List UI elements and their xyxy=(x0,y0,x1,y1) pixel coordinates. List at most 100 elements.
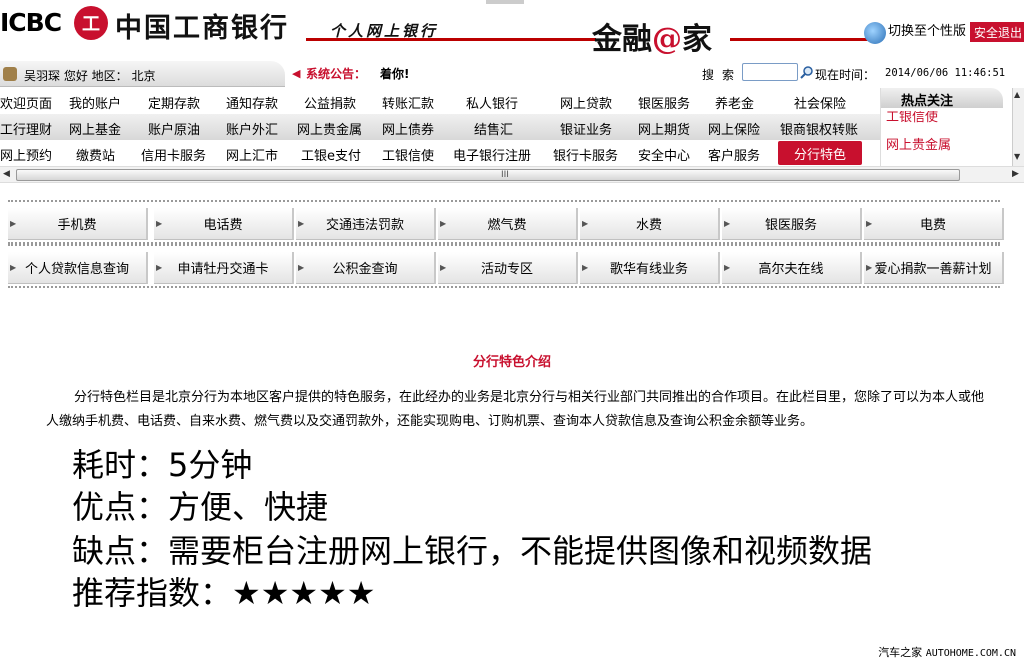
menu-item[interactable]: 银证业务 xyxy=(560,119,612,138)
user-icon xyxy=(3,67,17,81)
service-label: 银医服务 xyxy=(764,218,817,233)
hot-item[interactable]: 网上贵金属 xyxy=(886,134,951,153)
horizontal-scrollbar[interactable]: ◀ III ▶ xyxy=(0,166,1024,183)
header: ICBC 工 中国工商银行 个人网上银行 金融@家 切换至个性版 安全退出 xyxy=(0,0,1024,58)
header-divider xyxy=(306,38,596,41)
service-button[interactable]: ▶ 水费 xyxy=(580,208,720,240)
arrow-up-icon[interactable]: ▲ xyxy=(1014,90,1020,99)
arrow-down-icon[interactable]: ▼ xyxy=(1014,152,1020,161)
search-label: 搜索 xyxy=(702,68,743,82)
service-button[interactable]: ▶ 手机费 xyxy=(8,208,148,240)
menu-item[interactable]: 电子银行注册 xyxy=(453,145,531,164)
intro-body: 分行特色栏目是北京分行为本地区客户提供的特色服务，在此经办的业务是北京分行与相关… xyxy=(46,390,985,429)
menu-item[interactable]: 银商银权转账 xyxy=(780,119,858,138)
arrow-right-icon: ▶ xyxy=(724,219,731,228)
scrollbar-grip: III xyxy=(501,170,509,180)
user-greeting: 吴羽琛 您好 地区： 北京 xyxy=(24,69,156,83)
menu-item[interactable]: 工行理财 xyxy=(0,119,52,138)
menu-item[interactable]: 通知存款 xyxy=(226,93,278,112)
vertical-scrollbar[interactable]: ▲ ▼ xyxy=(1012,88,1024,166)
arrow-right-icon: ▶ xyxy=(440,219,447,228)
bank-name: 中国工商银行 xyxy=(115,13,289,44)
service-button[interactable]: ▶ 银医服务 xyxy=(722,208,862,240)
menu-row-3: 网上预约 缴费站 信用卡服务 网上汇市 工银e支付 工银信使 电子银行注册 银行… xyxy=(0,140,880,166)
menu-item[interactable]: 账户原油 xyxy=(148,119,200,138)
scrollbar-thumb[interactable]: III xyxy=(16,169,960,181)
search-input[interactable] xyxy=(742,63,798,81)
menu-item-branch-special[interactable]: 分行特色 xyxy=(778,141,863,165)
notice-label: 系统公告： xyxy=(306,67,367,81)
hot-topics-title: 热点关注 xyxy=(881,88,1003,109)
arrow-right-icon: ▶ xyxy=(298,219,305,228)
menu-item[interactable]: 客户服务 xyxy=(708,145,760,164)
service-button[interactable]: ▶ 爱心捐款一善薪计划 xyxy=(864,252,1004,284)
service-label: 交通违法罚款 xyxy=(325,218,404,233)
service-button[interactable]: ▶ 申请牡丹交通卡 xyxy=(154,252,294,284)
top-decoration xyxy=(486,0,524,4)
service-button[interactable]: ▶ 活动专区 xyxy=(438,252,578,284)
menu-item[interactable]: 网上基金 xyxy=(69,119,121,138)
service-button[interactable]: ▶ 高尔夫在线 xyxy=(722,252,862,284)
arrow-right-icon: ▶ xyxy=(156,219,163,228)
service-button[interactable]: ▶ 燃气费 xyxy=(438,208,578,240)
menu-item[interactable]: 公益捐款 xyxy=(304,93,356,112)
menu-item[interactable]: 网上贵金属 xyxy=(297,119,362,138)
service-label: 电话费 xyxy=(203,218,243,233)
menu-item[interactable]: 社会保险 xyxy=(794,93,846,112)
menu-item[interactable]: 私人银行 xyxy=(466,93,518,112)
menu-item[interactable]: 工银信使 xyxy=(382,145,434,164)
time-value: 2014/06/06 11:46:51 xyxy=(885,67,1006,79)
service-button[interactable]: ▶ 公积金查询 xyxy=(296,252,436,284)
menu-item[interactable]: 网上汇市 xyxy=(226,145,278,164)
arrow-right-icon: ▶ xyxy=(582,219,589,228)
service-label: 歌华有线业务 xyxy=(609,262,688,277)
service-button[interactable]: ▶ 歌华有线业务 xyxy=(580,252,720,284)
service-label: 爱心捐款一善薪计划 xyxy=(874,262,992,277)
arrow-right-icon: ▶ xyxy=(866,263,873,272)
arrow-right-icon: ▶ xyxy=(582,263,589,272)
arrow-left-icon[interactable]: ◀ xyxy=(3,169,10,179)
menu-item[interactable]: 网上贷款 xyxy=(560,93,612,112)
search-icon[interactable] xyxy=(800,65,814,79)
menu-item[interactable]: 转账汇款 xyxy=(382,93,434,112)
menu-item[interactable]: 网上债券 xyxy=(382,119,434,138)
service-row-2: ▶ 个人贷款信息查询 ▶ 申请牡丹交通卡 ▶ 公积金查询 ▶ 活动专区 ▶ 歌华有线业务 … xyxy=(8,244,1004,288)
service-label: 电费 xyxy=(919,218,946,233)
slogan-prefix: 金融 xyxy=(592,22,652,57)
menu-item[interactable]: 结售汇 xyxy=(474,119,513,138)
user-panel: 吴羽琛 您好 地区： 北京 xyxy=(0,61,285,87)
menu-item[interactable]: 养老金 xyxy=(715,93,754,112)
switch-icon[interactable] xyxy=(864,22,886,44)
menu-item[interactable]: 定期存款 xyxy=(148,93,200,112)
service-label: 水费 xyxy=(635,218,662,233)
menu-item[interactable]: 安全中心 xyxy=(638,145,690,164)
notice-icon: ◀ xyxy=(292,67,301,80)
header-divider-right xyxy=(730,38,870,41)
menu-item[interactable]: 网上预约 xyxy=(0,145,52,164)
menu-item[interactable]: 信用卡服务 xyxy=(141,145,206,164)
hot-topics-panel: 热点关注 工银信使 网上贵金属 xyxy=(880,88,1010,166)
service-label: 燃气费 xyxy=(487,218,527,233)
service-label: 申请牡丹交通卡 xyxy=(177,262,269,277)
menu-item[interactable]: 欢迎页面 xyxy=(0,93,52,112)
slogan: 金融@家 xyxy=(592,14,712,58)
arrow-right-icon: ▶ xyxy=(156,263,163,272)
arrow-right-icon[interactable]: ▶ xyxy=(1012,169,1019,179)
caption-rating: 推荐指数：★★★★★ xyxy=(72,574,376,612)
service-button[interactable]: ▶ 电话费 xyxy=(154,208,294,240)
menu-item[interactable]: 银行卡服务 xyxy=(553,145,618,164)
safe-logout-button[interactable]: 安全退出 xyxy=(970,22,1024,42)
menu-item[interactable]: 工银e支付 xyxy=(301,145,361,164)
menu-item[interactable]: 银医服务 xyxy=(638,93,690,112)
switch-version-link[interactable]: 切换至个性版 xyxy=(888,20,966,39)
menu-item[interactable]: 账户外汇 xyxy=(226,119,278,138)
service-button[interactable]: ▶ 交通违法罚款 xyxy=(296,208,436,240)
menu-item[interactable]: 缴费站 xyxy=(76,145,115,164)
service-button[interactable]: ▶ 个人贷款信息查询 xyxy=(8,252,148,284)
menu-item[interactable]: 我的账户 xyxy=(69,93,121,112)
service-button[interactable]: ▶ 电费 xyxy=(864,208,1004,240)
caption-pros: 优点：方便、快捷 xyxy=(72,488,329,526)
menu-item[interactable]: 网上保险 xyxy=(708,119,760,138)
menu-item[interactable]: 网上期货 xyxy=(638,119,690,138)
notice-text[interactable]: 着你! xyxy=(380,65,409,82)
